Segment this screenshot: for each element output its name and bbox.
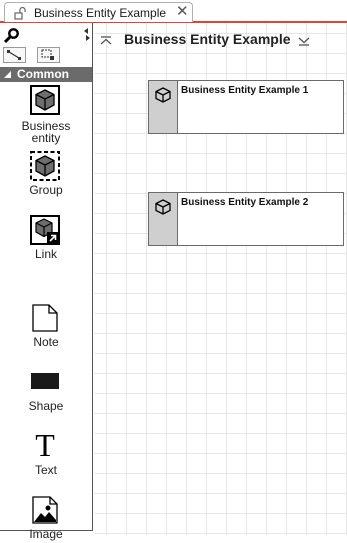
connector-mode-button[interactable] — [3, 47, 26, 63]
cube-icon — [154, 198, 172, 221]
close-icon[interactable]: ✕ — [176, 4, 189, 19]
tab-business-entity-example[interactable]: Business Entity Example ✕ — [4, 2, 193, 22]
tool-label: Link — [34, 247, 57, 261]
svg-text:T: T — [35, 429, 55, 461]
entity-icon-band — [149, 193, 178, 245]
collapse-triangle-icon — [4, 71, 11, 78]
business-entity-node[interactable]: Business Entity Example 1 — [148, 80, 344, 134]
lock-icon — [14, 6, 28, 25]
tool-label: Shape — [28, 399, 64, 413]
tool-image[interactable]: Image — [0, 495, 92, 543]
business-entity-icon — [30, 85, 60, 115]
tool-text[interactable]: T Text — [0, 427, 92, 477]
panel-arrows-icon[interactable] — [82, 26, 92, 47]
group-icon — [30, 151, 60, 181]
text-icon: T — [30, 427, 60, 463]
tab-title: Business Entity Example — [34, 6, 167, 20]
tool-label: Group — [29, 183, 63, 197]
expand-down-icon[interactable] — [298, 33, 310, 51]
section-header-common[interactable]: Common — [0, 67, 92, 82]
entity-name: Business Entity Example 2 — [181, 197, 309, 208]
image-icon — [30, 495, 60, 525]
shape-icon — [30, 367, 60, 397]
tool-label: Text — [34, 463, 57, 477]
tab-bar: Business Entity Example ✕ — [0, 0, 347, 24]
select-mode-button[interactable] — [37, 47, 60, 63]
tool-label: entity — [31, 131, 61, 145]
tool-label: Image — [29, 527, 63, 541]
tool-group[interactable]: Group — [0, 151, 92, 199]
tool-link[interactable]: Link — [0, 215, 92, 263]
link-icon — [30, 215, 60, 245]
entity-icon-band — [149, 81, 178, 133]
toolbox-panel: Common Business entity Group Link Note S… — [0, 23, 93, 540]
section-label: Common — [17, 67, 69, 81]
collapse-up-icon[interactable] — [100, 33, 112, 51]
business-entity-node[interactable]: Business Entity Example 2 — [148, 192, 344, 246]
cube-icon — [154, 86, 172, 109]
note-icon — [30, 303, 60, 333]
tool-label: Note — [33, 335, 59, 349]
tool-note[interactable]: Note — [0, 303, 92, 351]
entity-name: Business Entity Example 1 — [181, 85, 309, 96]
tool-business-entity[interactable]: Business entity — [0, 85, 92, 145]
tool-shape[interactable]: Shape — [0, 367, 92, 415]
diagram-title: Business Entity Example — [124, 31, 291, 47]
